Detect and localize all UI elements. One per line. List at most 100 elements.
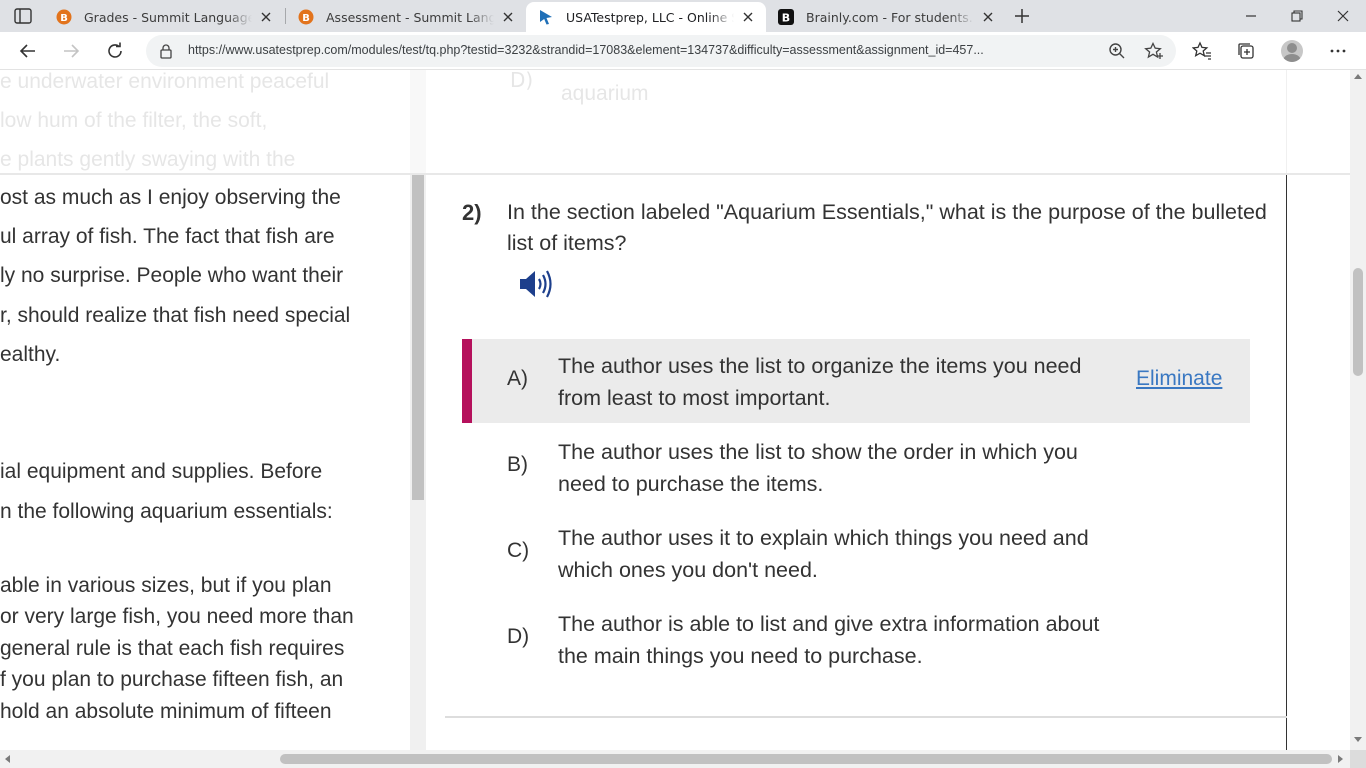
choice-text: The author is able to list and give extr… xyxy=(558,612,1100,668)
tab-title: Brainly.com - For students. By stu xyxy=(806,9,974,25)
arrow-left-icon xyxy=(19,44,35,58)
choice-letter: D) xyxy=(507,625,530,648)
collections-button[interactable] xyxy=(1234,39,1258,63)
more-horizontal-icon xyxy=(1330,49,1346,53)
page-scrollbar-thumb[interactable] xyxy=(1353,268,1363,376)
passage-scrollbar[interactable] xyxy=(410,70,426,750)
close-icon[interactable] xyxy=(258,9,274,25)
tab-actions-icon xyxy=(14,8,32,24)
selected-indicator xyxy=(462,339,472,423)
passage-line: ul array of fish. The fact that fish are xyxy=(0,225,335,248)
horizontal-scrollbar-thumb[interactable] xyxy=(280,754,1332,764)
divider xyxy=(0,173,1350,175)
svg-text:B: B xyxy=(302,13,310,24)
passage-line: f you plan to purchase fifteen fish, an xyxy=(0,668,344,691)
passage-line: or very large fish, you need more than xyxy=(0,605,354,628)
question-text: In the section labeled "Aquarium Essenti… xyxy=(507,200,1267,255)
address-bar[interactable]: https://www.usatestprep.com/modules/test… xyxy=(146,35,1176,67)
question-number: 2) xyxy=(462,200,482,225)
passage-line: ial equipment and supplies. Before xyxy=(0,460,323,483)
answer-choice-b[interactable]: B) The author uses the list to show the … xyxy=(462,425,1250,509)
close-window-button[interactable] xyxy=(1320,0,1366,32)
settings-menu-button[interactable] xyxy=(1326,39,1350,63)
favorites-icon xyxy=(1192,41,1211,60)
question-pane: D) aquarium 2) In the section labeled "A… xyxy=(426,70,1350,750)
refresh-button[interactable] xyxy=(101,37,129,65)
minimize-icon xyxy=(1246,15,1256,17)
text-to-speech-button[interactable] xyxy=(518,267,554,301)
passage-scrollbar-thumb[interactable] xyxy=(412,175,424,500)
answer-choice-d[interactable]: D) The author is able to list and give e… xyxy=(462,597,1250,681)
tab-title: Grades - Summit Language Arts xyxy=(84,9,252,25)
passage-line: ly no surprise. People who want their xyxy=(0,264,344,287)
restore-icon xyxy=(1291,10,1303,22)
divider xyxy=(1286,175,1287,750)
page-vertical-scrollbar[interactable] xyxy=(1350,70,1366,750)
choice-text: The author uses it to explain which thin… xyxy=(558,526,1089,582)
buzz-icon: B xyxy=(56,9,72,25)
plus-icon xyxy=(1015,9,1029,23)
refresh-icon xyxy=(108,42,122,58)
scroll-up-arrow-icon[interactable] xyxy=(1354,74,1362,79)
favorites-button[interactable] xyxy=(1190,39,1214,63)
speaker-icon xyxy=(520,270,552,298)
tab-usatestprep[interactable]: USATestprep, LLC - Online State- xyxy=(526,2,766,32)
scrollbar-corner xyxy=(1350,750,1366,768)
new-tab-button[interactable] xyxy=(1010,4,1034,28)
reading-passage: e underwater environment peaceful low hu… xyxy=(0,70,410,750)
passage-line: ost as much as I enjoy observing the xyxy=(0,186,341,209)
page-viewport: e underwater environment peaceful low hu… xyxy=(0,70,1366,768)
answer-choice-a[interactable]: A) The author uses the list to organize … xyxy=(462,339,1250,423)
choice-letter: B) xyxy=(507,453,528,476)
browser-toolbar: https://www.usatestprep.com/modules/test… xyxy=(0,32,1366,70)
eliminate-link[interactable]: Eliminate xyxy=(1136,367,1222,391)
tab-strip: B Grades - Summit Language Arts B Assess… xyxy=(0,0,1366,32)
choice-letter: C) xyxy=(507,539,530,562)
tab-brainly[interactable]: B Brainly.com - For students. By stu xyxy=(766,2,1006,32)
tab-assessment[interactable]: B Assessment - Summit Language xyxy=(286,2,526,32)
buzz-icon: B xyxy=(298,9,314,25)
lock-icon xyxy=(160,44,172,59)
minimize-button[interactable] xyxy=(1228,0,1274,32)
answer-choice-c[interactable]: C) The author uses it to explain which t… xyxy=(462,511,1250,595)
tab-actions-button[interactable] xyxy=(12,6,34,26)
arrow-right-icon xyxy=(64,44,80,58)
passage-line: n the following aquarium essentials: xyxy=(0,500,333,523)
close-icon[interactable] xyxy=(500,9,516,25)
previous-choice-text: aquarium xyxy=(561,82,649,105)
question-divider xyxy=(445,716,1287,718)
passage-line: e underwater environment peaceful xyxy=(0,70,330,93)
zoom-icon[interactable] xyxy=(1108,42,1126,60)
choice-text: The author uses the list to organize the… xyxy=(558,354,1082,410)
passage-line: low hum of the filter, the soft, xyxy=(0,109,268,132)
close-icon[interactable] xyxy=(740,9,756,25)
scroll-left-arrow-icon[interactable] xyxy=(5,755,10,763)
scroll-down-arrow-icon[interactable] xyxy=(1354,737,1362,742)
passage-line: r, should realize that fish need special xyxy=(0,304,351,327)
close-icon[interactable] xyxy=(980,9,996,25)
passage-line: general rule is that each fish requires xyxy=(0,637,345,660)
previous-choice-letter: D) xyxy=(510,70,534,92)
divider xyxy=(1286,70,1287,173)
back-button[interactable] xyxy=(14,37,42,65)
passage-line: e plants gently swaying with the xyxy=(0,148,296,171)
restore-button[interactable] xyxy=(1274,0,1320,32)
choice-text: The author uses the list to show the ord… xyxy=(558,440,1078,496)
collections-icon xyxy=(1238,43,1254,59)
passage-line: able in various sizes, but if you plan xyxy=(0,574,332,597)
svg-text:B: B xyxy=(60,13,68,24)
add-favorite-icon[interactable] xyxy=(1144,42,1164,60)
avatar[interactable] xyxy=(1281,40,1303,62)
close-icon xyxy=(1337,10,1349,22)
passage-line: ealthy. xyxy=(0,343,61,366)
scroll-right-arrow-icon[interactable] xyxy=(1338,755,1343,763)
forward-button[interactable] xyxy=(57,37,85,65)
passage-line: hold an absolute minimum of fifteen xyxy=(0,700,332,723)
svg-text:B: B xyxy=(782,12,790,25)
url-text[interactable]: https://www.usatestprep.com/modules/test… xyxy=(188,43,1108,57)
usatestprep-cursor-icon xyxy=(538,9,554,25)
choice-letter: A) xyxy=(507,367,528,390)
page-horizontal-scrollbar[interactable] xyxy=(0,750,1350,768)
tab-grades[interactable]: B Grades - Summit Language Arts xyxy=(44,2,284,32)
brainly-icon: B xyxy=(778,9,794,25)
